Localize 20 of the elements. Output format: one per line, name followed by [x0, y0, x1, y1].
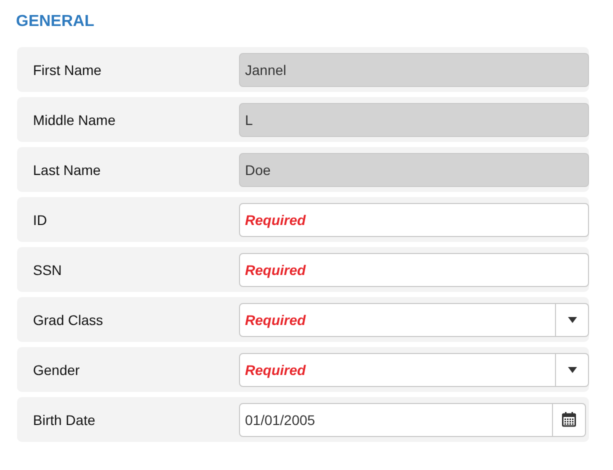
calendar-button[interactable]: [553, 402, 586, 436]
section-title: GENERAL: [16, 12, 96, 32]
dropdown-button[interactable]: [556, 352, 589, 386]
field-label: Grad Class: [32, 312, 104, 328]
field-label: Birth Date: [32, 412, 96, 428]
dropdown-button[interactable]: [556, 302, 589, 336]
field-label: First Name: [32, 62, 102, 78]
calendar-icon: [562, 412, 576, 427]
input-field[interactable]: Required: [239, 252, 589, 286]
date-field[interactable]: 01/01/2005: [239, 402, 553, 436]
caret-icon: [568, 366, 576, 372]
field-label: Gender: [32, 362, 81, 378]
caret-icon: [568, 316, 576, 322]
field-label: Middle Name: [32, 112, 116, 128]
field-label: Last Name: [32, 162, 102, 178]
dropdown-field[interactable]: Required: [239, 352, 556, 386]
dropdown-field[interactable]: Required: [239, 302, 556, 336]
field-label: ID: [32, 212, 48, 228]
input-field[interactable]: Required: [239, 202, 589, 236]
field-label: SSN: [32, 262, 63, 278]
